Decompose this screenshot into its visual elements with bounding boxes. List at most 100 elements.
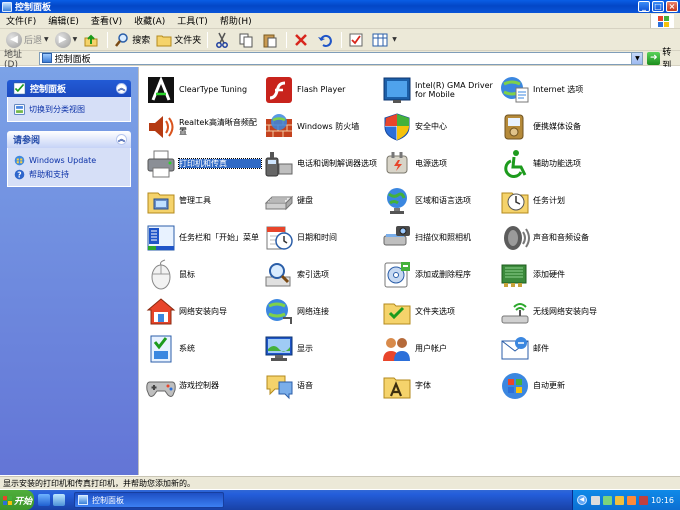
menu-tools[interactable]: 工具(T): [171, 14, 214, 27]
control-panel-item[interactable]: 语音: [263, 367, 381, 404]
title-bar[interactable]: 控制面板 _ □ ×: [0, 0, 680, 13]
folders-label: 文件夹: [174, 36, 202, 46]
windows-update-link[interactable]: Windows Update: [14, 153, 124, 167]
control-panel-item[interactable]: 扫描仪和照相机: [381, 219, 499, 256]
search-button[interactable]: 搜索: [111, 30, 153, 50]
paste-button[interactable]: [259, 30, 283, 50]
antivirus-tray-icon[interactable]: [638, 495, 648, 505]
item-label: 网络安装向导: [179, 307, 227, 316]
delete-button[interactable]: [290, 30, 314, 50]
forward-button[interactable]: ▶ ▼: [52, 30, 81, 50]
menu-view[interactable]: 查看(V): [85, 14, 128, 27]
control-panel-item[interactable]: 显示: [263, 330, 381, 367]
control-panel-item[interactable]: 添加硬件: [499, 256, 617, 293]
control-panel-items: ClearType Tuning Flash Player Intel(R) GMA…: [138, 67, 680, 475]
item-label: 用户帐户: [415, 344, 447, 353]
undo-button[interactable]: [314, 30, 338, 50]
network-tray-icon[interactable]: [590, 495, 600, 505]
control-panel-item[interactable]: Intel(R) GMA Driver for Mobile: [381, 71, 499, 108]
chevron-down-icon: ▼: [392, 36, 397, 43]
item-label: Realtek高清晰音频配置: [179, 117, 257, 136]
control-panel-item[interactable]: 任务计划: [499, 182, 617, 219]
clock[interactable]: 10:16: [651, 496, 674, 505]
item-label: 字体: [415, 381, 431, 390]
panel-header-see-also[interactable]: 请参阅 ︽: [7, 131, 131, 148]
control-panel-item[interactable]: 辅助功能选项: [499, 145, 617, 182]
control-panel-item[interactable]: ClearType Tuning: [145, 71, 263, 108]
menu-edit[interactable]: 编辑(E): [42, 14, 85, 27]
control-panel-item[interactable]: 电源选项: [381, 145, 499, 182]
up-folder-button[interactable]: [80, 30, 104, 50]
quick-launch: [38, 494, 68, 506]
internet-explorer-icon[interactable]: [38, 494, 50, 506]
item-label: Internet 选项: [533, 85, 584, 94]
item-label: 游戏控制器: [179, 381, 219, 390]
control-panel-item[interactable]: 字体: [381, 367, 499, 404]
control-panel-item[interactable]: 游戏控制器: [145, 367, 263, 404]
address-input[interactable]: 控制面板 ▼: [38, 51, 644, 65]
control-panel-item[interactable]: 网络安装向导: [145, 293, 263, 330]
menu-help[interactable]: 帮助(H): [214, 14, 258, 27]
control-panel-item[interactable]: 电话和调制解调器选项: [263, 145, 381, 182]
cut-button[interactable]: [211, 30, 235, 50]
control-panel-item[interactable]: 键盘: [263, 182, 381, 219]
panel-header-control-panel[interactable]: 控制面板 ︽: [7, 80, 131, 97]
security-center-icon: [384, 112, 410, 141]
chevron-down-icon[interactable]: ▼: [631, 52, 643, 64]
fonts-icon: [383, 377, 411, 398]
control-panel-item[interactable]: 区域和语言选项: [381, 182, 499, 219]
taskbar-button-control-panel[interactable]: 控制面板: [74, 492, 224, 508]
control-panel-item[interactable]: Realtek高清晰音频配置: [145, 108, 263, 145]
control-panel-item[interactable]: 便携媒体设备: [499, 108, 617, 145]
start-button[interactable]: 开始: [0, 490, 34, 510]
scanner-camera-icon: [383, 225, 410, 245]
control-panel-item[interactable]: Internet 选项: [499, 71, 617, 108]
toolbar: ◀ 后退 ▼ ▶ ▼ 搜索 文件夹 ▼: [0, 29, 680, 51]
control-panel-item[interactable]: 系统: [145, 330, 263, 367]
folders-button[interactable]: 文件夹: [153, 30, 204, 50]
chevron-down-icon: ▼: [44, 36, 49, 43]
control-panel-item[interactable]: 邮件: [499, 330, 617, 367]
control-panel-item[interactable]: 声音和音频设备: [499, 219, 617, 256]
control-panel-item[interactable]: 索引选项: [263, 256, 381, 293]
copy-button[interactable]: [235, 30, 259, 50]
maximize-button[interactable]: □: [652, 1, 664, 12]
chevron-left-icon[interactable]: ◀: [576, 495, 587, 505]
minimize-button[interactable]: _: [638, 1, 650, 12]
control-panel-item[interactable]: 文件夹选项: [381, 293, 499, 330]
control-panel-item[interactable]: Flash Player: [263, 71, 381, 108]
close-button[interactable]: ×: [666, 1, 678, 12]
address-value: 控制面板: [54, 54, 91, 65]
menu-favorites[interactable]: 收藏(A): [128, 14, 171, 27]
control-panel-item[interactable]: 安全中心: [381, 108, 499, 145]
control-panel-item[interactable]: 用户帐户: [381, 330, 499, 367]
menu-file[interactable]: 文件(F): [0, 14, 42, 27]
realtek-audio-icon: [149, 115, 174, 138]
show-desktop-icon[interactable]: [53, 494, 65, 506]
control-panel-item[interactable]: Windows 防火墙: [263, 108, 381, 145]
input-method-tray-icon[interactable]: [626, 495, 636, 505]
item-label: 安全中心: [415, 122, 447, 131]
control-panel-item[interactable]: 任务栏和「开始」菜单: [145, 219, 263, 256]
toolbar-separator: [107, 31, 109, 48]
volume-tray-icon[interactable]: [614, 495, 624, 505]
collapse-chevron-icon[interactable]: ︽: [116, 83, 127, 94]
control-panel-item[interactable]: 管理工具: [145, 182, 263, 219]
security-tray-icon[interactable]: [602, 495, 612, 505]
network-connections-icon: [266, 298, 292, 324]
properties-button[interactable]: [345, 30, 369, 50]
control-panel-item[interactable]: 鼠标: [145, 256, 263, 293]
switch-category-view-link[interactable]: 切换到分类视图: [14, 102, 124, 116]
control-panel-item[interactable]: 自动更新: [499, 367, 617, 404]
control-panel-item[interactable]: 添加或删除程序: [381, 256, 499, 293]
views-button[interactable]: ▼: [369, 30, 400, 50]
control-panel-item[interactable]: 网络连接: [263, 293, 381, 330]
help-support-link[interactable]: ? 帮助和支持: [14, 167, 124, 181]
phone-modem-icon: [265, 151, 293, 176]
collapse-chevron-icon[interactable]: ︽: [116, 134, 127, 145]
control-panel-item[interactable]: 日期和时间: [263, 219, 381, 256]
printer-icon: [147, 150, 175, 177]
control-panel-item[interactable]: 打印机和传真: [145, 145, 263, 182]
control-panel-item[interactable]: 无线网络安装向导: [499, 293, 617, 330]
item-label: 显示: [297, 344, 313, 353]
